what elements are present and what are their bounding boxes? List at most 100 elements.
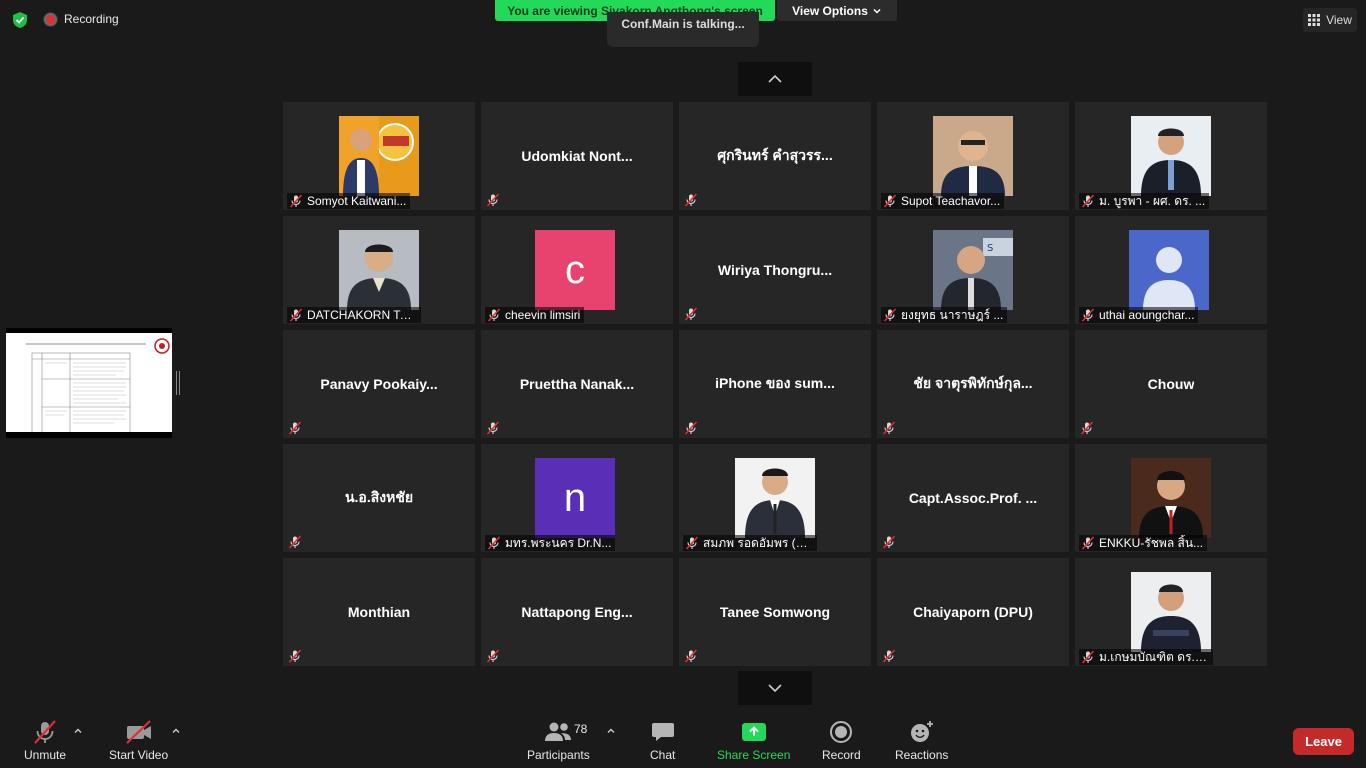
participant-name: Tanee Somwong	[719, 604, 831, 620]
participant-name: Nattapong Eng...	[521, 604, 633, 620]
participant-avatar: n	[535, 458, 615, 538]
microphone-muted-icon	[882, 649, 896, 663]
participant-name: Pruettha Nanak...	[519, 376, 635, 392]
grid-view-icon	[1308, 14, 1321, 26]
microphone-muted-icon	[288, 421, 302, 435]
participant-tile[interactable]: DATCHAKORN TA...	[283, 216, 475, 324]
participant-name: Udomkiat Nont...	[521, 148, 633, 164]
participant-name: Capt.Assoc.Prof. ...	[908, 490, 1038, 506]
default-avatar-icon	[1129, 230, 1209, 310]
gallery-grid: Somyot Kaitwani... Udomkiat Nont... ศุกริ…	[283, 102, 1267, 666]
video-options-caret-icon[interactable]	[171, 726, 181, 736]
participant-name-label: ม. บูรพา - ผศ. ดร. ...	[1079, 193, 1210, 209]
reactions-button[interactable]: Reactions	[895, 720, 948, 762]
chat-button[interactable]: Chat	[650, 720, 675, 762]
share-screen-button[interactable]: Share Screen	[717, 720, 790, 762]
participant-tile[interactable]: Somyot Kaitwani...	[283, 102, 475, 210]
participant-tile[interactable]: Chouw	[1075, 330, 1267, 438]
participant-video	[1131, 116, 1211, 196]
participant-tile[interactable]: Tanee Somwong	[679, 558, 871, 666]
leave-meeting-button[interactable]: Leave	[1293, 728, 1354, 755]
participant-tile[interactable]: Wiriya Thongru...	[679, 216, 871, 324]
participants-options-caret-icon[interactable]	[606, 726, 616, 736]
microphone-muted-icon	[486, 421, 500, 435]
participant-avatar: c	[535, 230, 615, 310]
participants-icon	[545, 722, 572, 741]
participant-tile[interactable]: n มทร.พระนคร Dr.N...	[481, 444, 673, 552]
participant-video	[1131, 572, 1211, 652]
participant-tile[interactable]: สมภพ รอดอัมพร (ม...	[679, 444, 871, 552]
share-screen-icon	[741, 723, 766, 741]
participant-tile[interactable]: Udomkiat Nont...	[481, 102, 673, 210]
participant-tile[interactable]: ชัย จาตุรพิทักษ์กุล...	[877, 330, 1069, 438]
participant-name-label: Supot Teachavor...	[881, 193, 1005, 209]
video-camera-off-icon	[125, 720, 151, 744]
view-options-button[interactable]: View Options	[777, 0, 897, 21]
recording-label: Recording	[64, 12, 119, 26]
record-button[interactable]: Record	[822, 720, 861, 762]
start-video-label: Start Video	[109, 748, 169, 762]
svg-text:S: S	[987, 243, 993, 254]
previous-page-button[interactable]	[738, 62, 812, 96]
view-layout-button[interactable]: View	[1303, 8, 1357, 32]
microphone-muted-icon	[685, 536, 699, 550]
shared-screen-thumbnail[interactable]	[6, 328, 172, 438]
participant-tile[interactable]: iPhone ของ sum...	[679, 330, 871, 438]
participant-tile[interactable]: ม. บูรพา - ผศ. ดร. ...	[1075, 102, 1267, 210]
next-page-button[interactable]	[738, 671, 812, 705]
microphone-muted-icon	[684, 193, 698, 207]
active-speaker-indicator: Conf.Main is talking...	[607, 12, 759, 47]
participant-video	[735, 458, 815, 538]
participant-video	[933, 116, 1013, 196]
microphone-muted-icon	[1081, 650, 1095, 664]
participant-name: Wiriya Thongru...	[717, 262, 833, 278]
start-video-button[interactable]: Start Video	[109, 720, 168, 762]
participant-tile[interactable]: Pruettha Nanak...	[481, 330, 673, 438]
microphone-muted-icon	[289, 194, 303, 208]
participant-tile[interactable]: Nattapong Eng...	[481, 558, 673, 666]
participant-tile[interactable]: ม.เกษมบัณฑิต ดร.ศ...	[1075, 558, 1267, 666]
zoom-meeting-window: Recording You are viewing Sivakorn Angth…	[0, 0, 1366, 768]
chevron-down-icon	[768, 684, 782, 693]
participant-tile[interactable]: Chaiyaporn (DPU)	[877, 558, 1069, 666]
participant-tile[interactable]: ENKKU-รัชพล สิ้น...	[1075, 444, 1267, 552]
microphone-muted-icon	[487, 308, 501, 322]
participant-tile[interactable]: c cheevin limsiri	[481, 216, 673, 324]
document-lines-graphic	[6, 333, 172, 434]
record-icon	[830, 721, 853, 743]
participants-label: Participants	[527, 748, 590, 762]
microphone-muted-icon	[1081, 536, 1095, 550]
participant-tile[interactable]: ศุกรินทร์ คำสุวรร...	[679, 102, 871, 210]
unmute-button[interactable]: Unmute	[24, 720, 66, 762]
unmute-label: Unmute	[24, 748, 67, 762]
participant-name: ชัย จาตุรพิทักษ์กุล...	[913, 375, 1033, 391]
participant-tile[interactable]: Supot Teachavor...	[877, 102, 1069, 210]
microphone-muted-icon	[288, 535, 302, 549]
microphone-muted-icon	[289, 308, 303, 322]
participant-tile[interactable]: Monthian	[283, 558, 475, 666]
recording-indicator[interactable]: Recording	[44, 12, 119, 26]
participant-tile[interactable]: uthai aoungchar...	[1075, 216, 1267, 324]
microphone-muted-icon	[34, 720, 56, 744]
participant-name-label: ยงยุทธ นาราษฎร์ ...	[881, 307, 1008, 323]
participant-video	[1131, 458, 1211, 538]
participant-name: Panavy Pookaiy...	[320, 376, 438, 392]
security-shield-icon[interactable]	[11, 11, 29, 29]
microphone-muted-icon	[882, 421, 896, 435]
participant-name: ศุกรินทร์ คำสุวรร...	[717, 147, 833, 163]
microphone-muted-icon	[487, 536, 501, 550]
reactions-smiley-icon	[910, 721, 933, 742]
participant-name: Monthian	[347, 604, 411, 620]
participant-name-label: uthai aoungchar...	[1079, 307, 1199, 323]
participant-tile[interactable]: Panavy Pookaiy...	[283, 330, 475, 438]
participant-tile[interactable]: S ยงยุทธ นาราษฎร์ ...	[877, 216, 1069, 324]
participant-name-label: ม.เกษมบัณฑิต ดร.ศ...	[1079, 649, 1213, 665]
audio-options-caret-icon[interactable]	[73, 726, 83, 736]
participant-name-label: DATCHAKORN TA...	[287, 307, 421, 323]
microphone-muted-icon	[883, 194, 897, 208]
record-dot-icon	[44, 12, 57, 26]
participant-tile[interactable]: น.อ.สิงหชัย	[283, 444, 475, 552]
participant-name: Chouw	[1147, 376, 1195, 392]
thumbnail-resize-handle[interactable]	[176, 371, 180, 395]
participant-tile[interactable]: Capt.Assoc.Prof. ...	[877, 444, 1069, 552]
